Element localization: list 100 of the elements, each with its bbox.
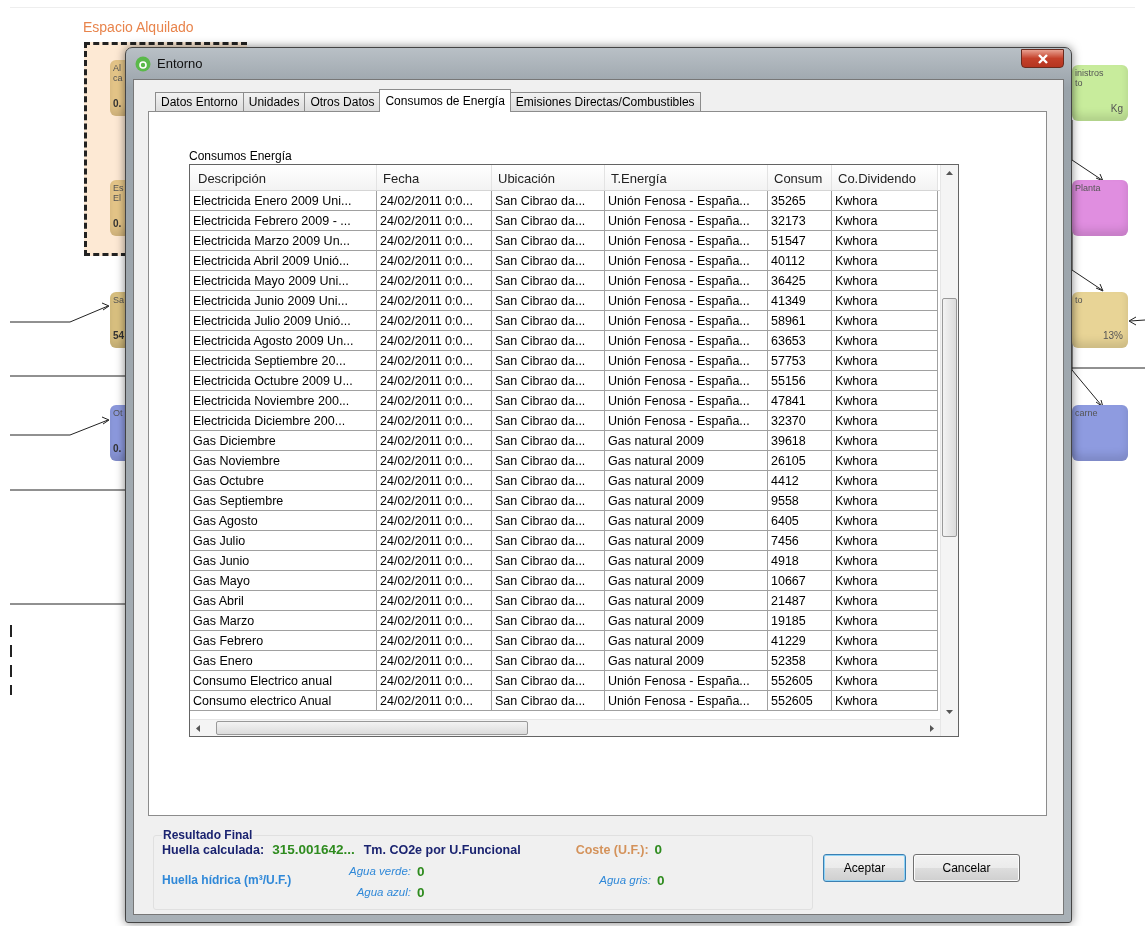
table-cell: 32173 (768, 211, 832, 231)
table-cell: 24/02/2011 0:0... (377, 191, 492, 211)
footprint-label: Huella calculada: (162, 843, 265, 857)
table-cell: San Cibrao da... (492, 391, 605, 411)
column-header[interactable]: Fecha (377, 165, 492, 190)
dialog-button[interactable]: Aceptar (823, 854, 906, 882)
table-cell: Kwhora (832, 691, 938, 711)
table-cell: 52358 (768, 651, 832, 671)
table-cell: Gas Enero (190, 651, 377, 671)
column-header[interactable]: Ubicación (492, 165, 605, 190)
table-cell: 24/02/2011 0:0... (377, 391, 492, 411)
table-cell: Gas Agosto (190, 511, 377, 531)
tab[interactable]: Unidades (242, 92, 306, 112)
table-cell: Kwhora (832, 571, 938, 591)
table-cell: Electricida Octubre 2009 U... (190, 371, 377, 391)
table-cell: Gas natural 2009 (605, 551, 768, 571)
column-header[interactable]: Consum (768, 165, 832, 190)
table-cell: 24/02/2011 0:0... (377, 351, 492, 371)
table-cell: 10667 (768, 571, 832, 591)
table-cell: 63653 (768, 331, 832, 351)
table-cell: Gas natural 2009 (605, 531, 768, 551)
table-cell: 35265 (768, 191, 832, 211)
table-cell: Gas natural 2009 (605, 591, 768, 611)
table-cell: San Cibrao da... (492, 571, 605, 591)
column-header[interactable]: Co.Dividendo (832, 165, 938, 190)
table-cell: San Cibrao da... (492, 291, 605, 311)
table-cell: Unión Fenosa - España... (605, 331, 768, 351)
table-cell: Unión Fenosa - España... (605, 671, 768, 691)
table-cell: 24/02/2011 0:0... (377, 671, 492, 691)
node-label: Al (113, 63, 121, 73)
table-cell: Gas Junio (190, 551, 377, 571)
table-cell: 24/02/2011 0:0... (377, 211, 492, 231)
column-header[interactable]: T.Energía (605, 165, 768, 190)
table-cell: 24/02/2011 0:0... (377, 231, 492, 251)
table-cell: 24/02/2011 0:0... (377, 251, 492, 271)
vertical-scrollbar[interactable] (940, 165, 958, 736)
window-title: Entorno (157, 56, 203, 71)
table-cell: Kwhora (832, 271, 938, 291)
table-cell: Kwhora (832, 651, 938, 671)
group-label: Consumos Energía (189, 149, 293, 164)
table-cell: 552605 (768, 691, 832, 711)
table-cell: Gas natural 2009 (605, 431, 768, 451)
table-cell: Kwhora (832, 431, 938, 451)
tab[interactable]: Otros Datos (304, 92, 381, 112)
app-icon (135, 55, 151, 72)
node-label: ca (113, 73, 123, 83)
water-type-label: Agua verde: (349, 865, 412, 877)
table-cell: Kwhora (832, 511, 938, 531)
table-cell: Unión Fenosa - España... (605, 191, 768, 211)
table-cell: 36425 (768, 271, 832, 291)
table-cell: Gas Octubre (190, 471, 377, 491)
table-cell: Gas Marzo (190, 611, 377, 631)
column-header[interactable]: Descripción (190, 165, 377, 190)
table-cell: 58961 (768, 311, 832, 331)
table-cell: Kwhora (832, 451, 938, 471)
tab[interactable]: Emisiones Directas/Combustibles (509, 92, 701, 112)
table-cell: Kwhora (832, 371, 938, 391)
table-cell: Electricida Septiembre 20... (190, 351, 377, 371)
table-cell: 552605 (768, 671, 832, 691)
table-cell: 4918 (768, 551, 832, 571)
table-cell: Gas natural 2009 (605, 511, 768, 531)
tab[interactable]: Datos Entorno (155, 92, 244, 112)
table-cell: San Cibrao da... (492, 211, 605, 231)
tab[interactable]: Consumos de Energía (379, 89, 511, 112)
cost-label: Coste (U.F.): (575, 843, 649, 857)
node-label: El (113, 193, 121, 203)
table-cell: 6405 (768, 511, 832, 531)
table-cell: San Cibrao da... (492, 671, 605, 691)
close-button[interactable] (1021, 49, 1064, 68)
table-cell: 7456 (768, 531, 832, 551)
table-cell: Electricida Diciembre 200... (190, 411, 377, 431)
scroll-left-icon[interactable] (196, 725, 200, 732)
table-cell: San Cibrao da... (492, 591, 605, 611)
table-cell: Electricida Noviembre 200... (190, 391, 377, 411)
table-cell: 24/02/2011 0:0... (377, 491, 492, 511)
table-cell: 47841 (768, 391, 832, 411)
table-cell: San Cibrao da... (492, 411, 605, 431)
table-cell: Kwhora (832, 551, 938, 571)
scroll-up-icon[interactable] (946, 171, 953, 175)
table-cell: Consumo Electrico anual (190, 671, 377, 691)
table-cell: San Cibrao da... (492, 531, 605, 551)
table-cell: San Cibrao da... (492, 651, 605, 671)
table-cell: 24/02/2011 0:0... (377, 431, 492, 451)
table-cell: 24/02/2011 0:0... (377, 411, 492, 431)
scroll-down-icon[interactable] (946, 710, 953, 714)
table-cell: Unión Fenosa - España... (605, 311, 768, 331)
table-cell: Kwhora (832, 291, 938, 311)
table-cell: 24/02/2011 0:0... (377, 371, 492, 391)
table-cell: Electricida Abril 2009 Unió... (190, 251, 377, 271)
dialog-button[interactable]: Cancelar (913, 854, 1020, 882)
table-cell: Unión Fenosa - España... (605, 231, 768, 251)
water-value: 0 (417, 863, 426, 879)
table-cell: 24/02/2011 0:0... (377, 611, 492, 631)
horizontal-scrollbar[interactable] (190, 719, 940, 736)
table-cell: Gas Septiembre (190, 491, 377, 511)
table-cell: Kwhora (832, 411, 938, 431)
table-cell: 32370 (768, 411, 832, 431)
scroll-right-icon[interactable] (930, 725, 934, 732)
table-cell: San Cibrao da... (492, 611, 605, 631)
table-cell: 4412 (768, 471, 832, 491)
